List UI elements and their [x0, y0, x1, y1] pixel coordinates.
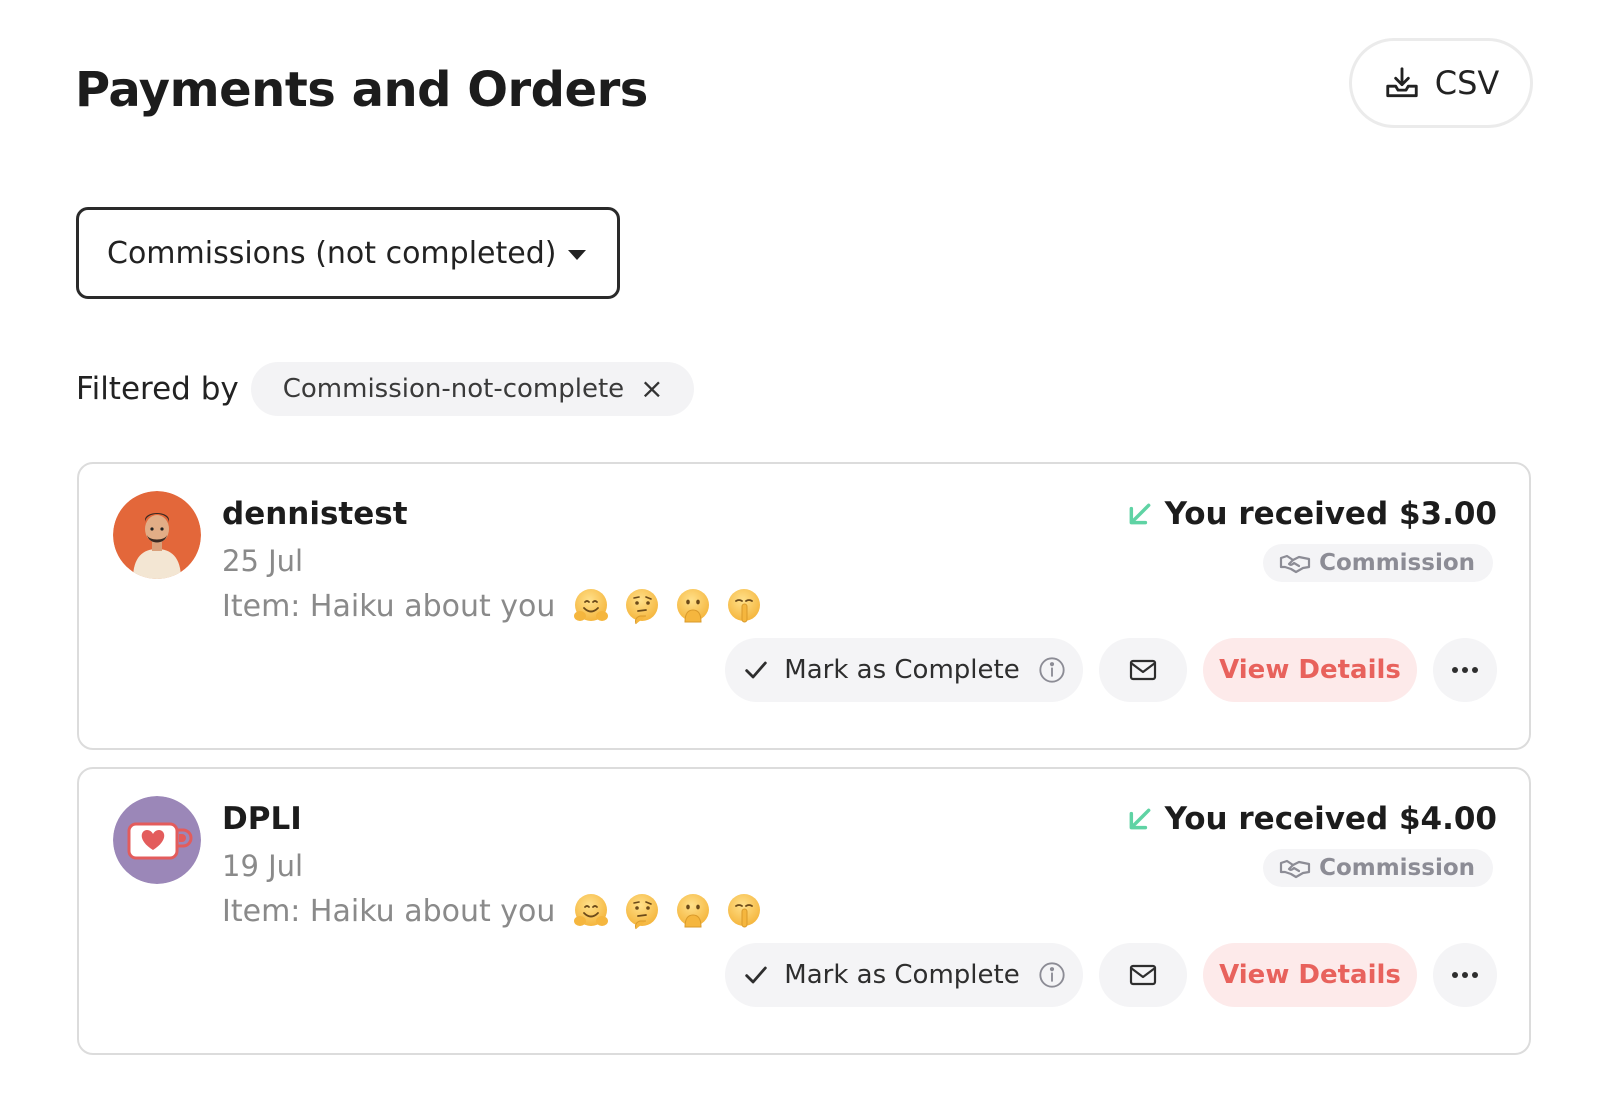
thinking-face-emoji-icon	[626, 589, 659, 625]
shushing-face-emoji-icon	[728, 894, 761, 928]
arrow-down-left-icon	[1129, 503, 1151, 525]
order-item: Item: Haiku about you	[222, 584, 764, 628]
more-icon	[1452, 667, 1478, 673]
order-item-label: Item: Haiku about you	[222, 893, 556, 929]
mail-icon	[1129, 659, 1157, 681]
check-icon	[745, 966, 768, 984]
order-card: DPLI 19 Jul Item: Haiku about you You re…	[77, 767, 1531, 1055]
more-options-button[interactable]	[1433, 638, 1497, 702]
mark-complete-button[interactable]: Mark as Complete	[725, 943, 1083, 1007]
filter-label: Filtered by	[76, 371, 239, 407]
close-icon[interactable]: ×	[640, 375, 663, 403]
view-details-button[interactable]: View Details	[1203, 943, 1417, 1007]
handshake-icon	[1279, 859, 1311, 879]
mark-complete-button[interactable]: Mark as Complete	[725, 638, 1083, 702]
message-button[interactable]	[1099, 943, 1187, 1007]
more-icon	[1452, 972, 1478, 978]
supporter-name[interactable]: DPLI	[222, 801, 302, 837]
emoji-row	[571, 586, 764, 626]
order-type-label: Commission	[1319, 855, 1475, 881]
avatar[interactable]	[113, 491, 201, 579]
more-options-button[interactable]	[1433, 943, 1497, 1007]
info-icon[interactable]	[1038, 961, 1066, 989]
amount-text: You received $4.00	[1164, 801, 1497, 837]
csv-export-button[interactable]: CSV	[1349, 38, 1533, 128]
avatar[interactable]	[113, 796, 201, 884]
mark-complete-label: Mark as Complete	[784, 655, 1020, 685]
order-type-badge: Commission	[1263, 849, 1493, 887]
caret-down-icon	[568, 250, 587, 260]
order-card: dennistest 25 Jul Item: Haiku about you	[77, 462, 1531, 750]
info-icon[interactable]	[1038, 656, 1066, 684]
order-type-badge: Commission	[1263, 544, 1493, 582]
download-icon	[1386, 67, 1418, 98]
emoji-row	[571, 891, 764, 931]
payments-page: Payments and Orders CSV Commissions (not…	[0, 0, 1604, 1106]
order-date: 25 Jul	[222, 544, 304, 578]
amount-text: You received $3.00	[1164, 496, 1497, 532]
person-avatar-icon	[113, 491, 201, 579]
order-actions: Mark as Complete View Details	[725, 638, 1497, 702]
handshake-icon	[1279, 554, 1311, 574]
coffee-cup-heart-icon	[113, 796, 201, 884]
csv-label: CSV	[1434, 64, 1500, 102]
mark-complete-label: Mark as Complete	[784, 960, 1020, 990]
view-details-button[interactable]: View Details	[1203, 638, 1417, 702]
mail-icon	[1129, 964, 1157, 986]
hugging-face-emoji-icon	[574, 894, 609, 926]
supporter-name[interactable]: dennistest	[222, 496, 408, 532]
amount-received: You received $3.00	[1127, 496, 1497, 532]
page-title: Payments and Orders	[75, 62, 648, 118]
order-date: 19 Jul	[222, 849, 304, 883]
filter-chip-label: Commission-not-complete	[282, 374, 625, 404]
hugging-face-emoji-icon	[574, 589, 609, 621]
order-type-label: Commission	[1319, 550, 1475, 576]
filter-row: Filtered by Commission-not-complete ×	[76, 362, 694, 416]
arrow-down-left-icon	[1129, 808, 1151, 830]
order-type-dropdown[interactable]: Commissions (not completed)	[76, 207, 620, 299]
order-item-label: Item: Haiku about you	[222, 588, 556, 624]
filter-chip[interactable]: Commission-not-complete ×	[250, 362, 694, 416]
shushing-face-emoji-icon	[728, 589, 761, 623]
order-item: Item: Haiku about you	[222, 889, 764, 933]
check-icon	[745, 661, 768, 679]
thinking-face-emoji-icon	[626, 894, 659, 930]
dropdown-selected-value: Commissions (not completed)	[107, 235, 557, 271]
hand-over-mouth-emoji-icon	[677, 894, 710, 928]
message-button[interactable]	[1099, 638, 1187, 702]
order-actions: Mark as Complete View Details	[725, 943, 1497, 1007]
hand-over-mouth-emoji-icon	[677, 589, 710, 623]
amount-received: You received $4.00	[1127, 801, 1497, 837]
